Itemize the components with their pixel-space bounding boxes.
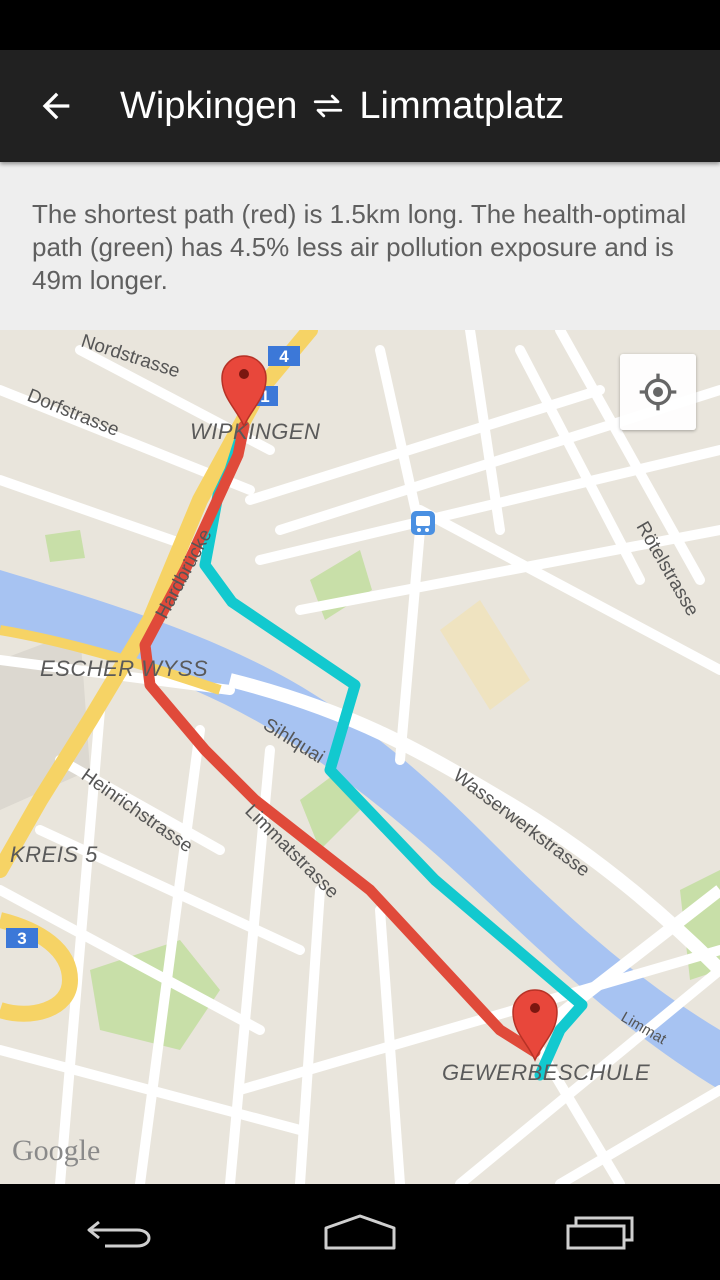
- route-description: The shortest path (red) is 1.5km long. T…: [32, 199, 687, 295]
- label-wipkingen: WIPKINGEN: [190, 419, 320, 444]
- back-button[interactable]: [0, 50, 112, 162]
- route-info-panel: The shortest path (red) is 1.5km long. T…: [0, 162, 720, 330]
- label-escher-wyss: ESCHER WYSS: [40, 656, 208, 681]
- google-attribution: Google: [12, 1134, 100, 1167]
- system-nav-bar: [0, 1184, 720, 1280]
- nav-recents-button[interactable]: [540, 1184, 660, 1280]
- nav-back-icon: [87, 1220, 151, 1248]
- svg-text:3: 3: [17, 929, 26, 948]
- my-location-button[interactable]: [620, 354, 696, 430]
- label-kreis5: KREIS 5: [10, 842, 98, 867]
- nav-home-icon: [324, 1214, 396, 1250]
- arrow-left-icon: [42, 92, 70, 120]
- train-station-icon: [411, 511, 435, 535]
- nav-back-button[interactable]: [60, 1184, 180, 1280]
- crosshair-icon: [639, 373, 677, 411]
- map-canvas: 4 1 3 Nordstrasse Dorfstrasse Hardbrücke…: [0, 330, 720, 1184]
- park-area: [45, 530, 85, 562]
- nav-home-button[interactable]: [300, 1184, 420, 1280]
- app-bar: Wipkingen Limmatplatz: [0, 50, 720, 162]
- route-title: Wipkingen Limmatplatz: [120, 85, 564, 128]
- road-badge-3: 3: [6, 928, 38, 948]
- label-gewerbeschule: GEWERBESCHULE: [442, 1060, 650, 1085]
- status-bar: [0, 0, 720, 50]
- nav-recents-icon: [566, 1216, 634, 1250]
- destination-label: Limmatplatz: [359, 84, 565, 127]
- origin-label: Wipkingen: [120, 84, 298, 127]
- map-view[interactable]: 4 1 3 Nordstrasse Dorfstrasse Hardbrücke…: [0, 330, 720, 1184]
- swap-arrows-icon[interactable]: [311, 89, 345, 123]
- road-badge-4: 4: [268, 346, 300, 366]
- svg-text:4: 4: [279, 347, 289, 366]
